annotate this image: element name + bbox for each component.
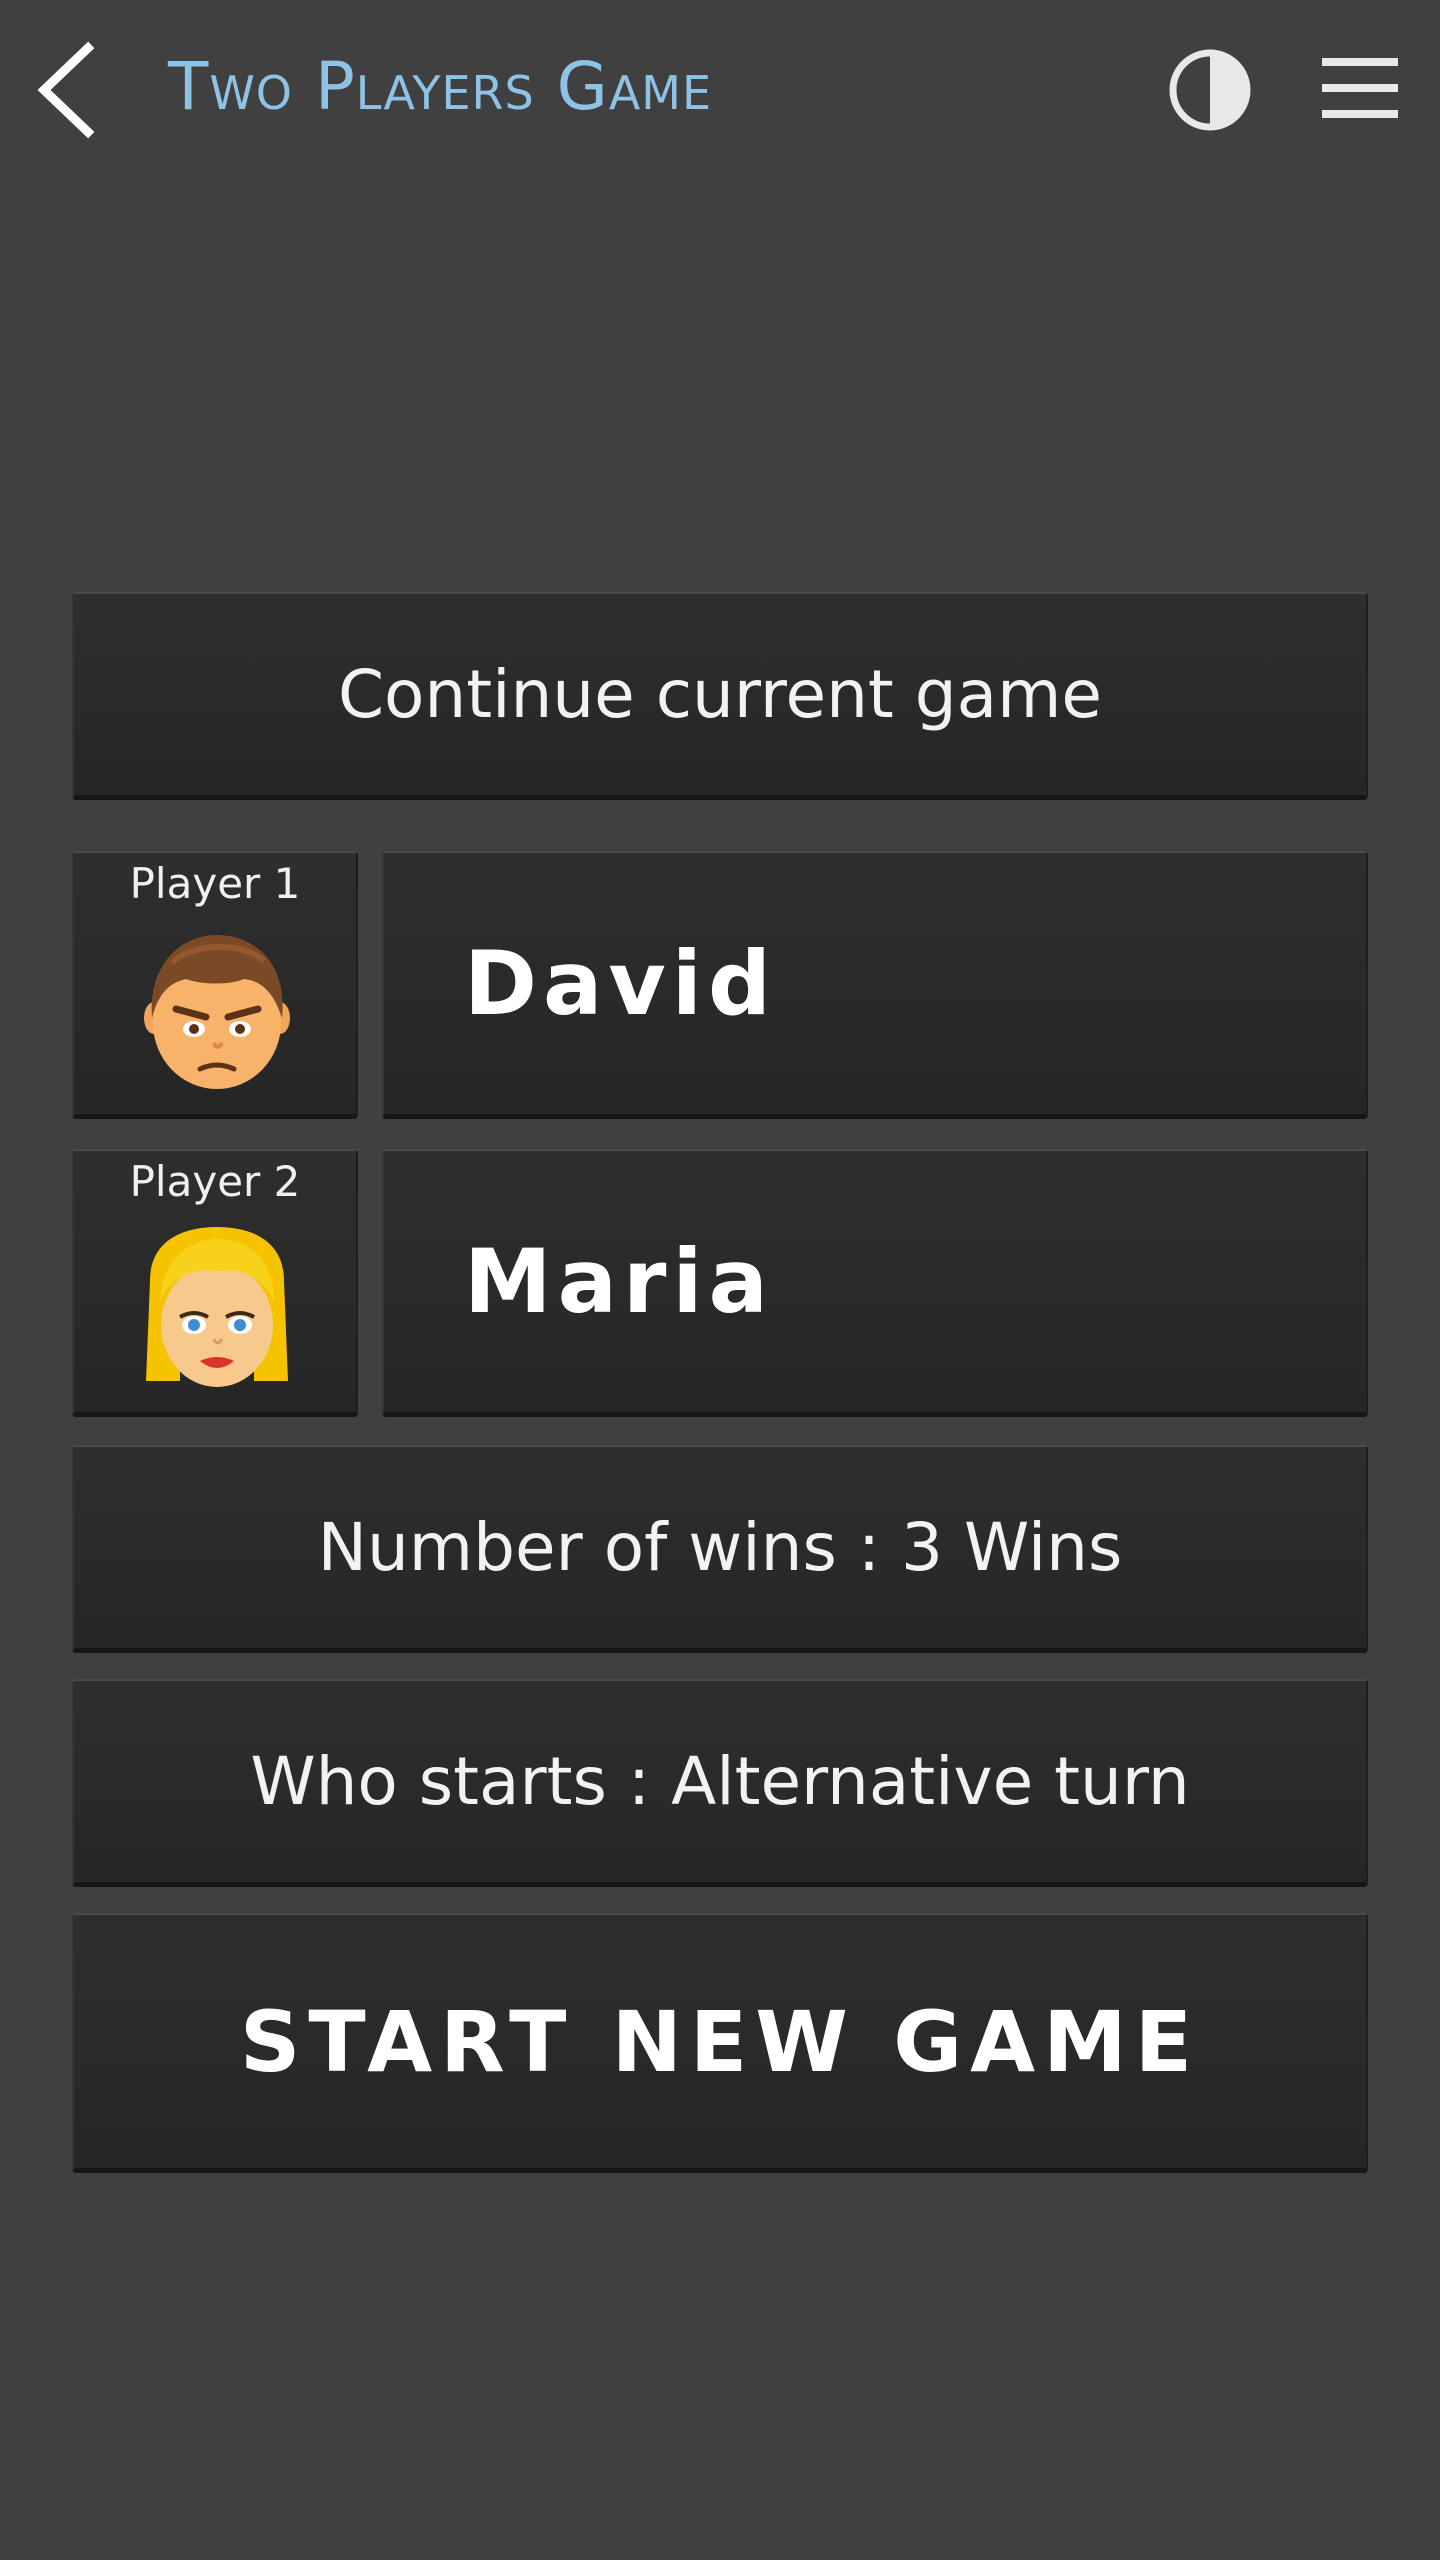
player-2-avatar-button[interactable]: Player 2 bbox=[72, 1149, 358, 1417]
continue-game-button[interactable]: Continue current game bbox=[72, 592, 1368, 800]
player-1-avatar-button[interactable]: Player 1 bbox=[72, 851, 358, 1119]
boy-face-icon bbox=[144, 935, 290, 1089]
player-2-name: Maria bbox=[464, 1230, 774, 1333]
who-starts-button[interactable]: Who starts : Alternative turn bbox=[72, 1679, 1368, 1887]
who-starts-label: Who starts : Alternative turn bbox=[250, 1743, 1190, 1820]
hamburger-menu-icon bbox=[1322, 58, 1398, 118]
number-of-wins-button[interactable]: Number of wins : 3 Wins bbox=[72, 1445, 1368, 1653]
contrast-icon bbox=[1169, 49, 1251, 131]
player-2-name-field[interactable]: Maria bbox=[382, 1149, 1368, 1417]
girl-face-icon bbox=[146, 1227, 288, 1387]
continue-game-label: Continue current game bbox=[337, 656, 1103, 733]
start-new-game-label: START NEW GAME bbox=[239, 1992, 1201, 2091]
player-2-label: Player 2 bbox=[129, 1157, 301, 1206]
player-1-label: Player 1 bbox=[129, 859, 301, 908]
chevron-left-icon bbox=[37, 41, 95, 139]
start-new-game-button[interactable]: START NEW GAME bbox=[72, 1913, 1368, 2173]
menu-button[interactable] bbox=[1318, 52, 1402, 128]
player-1-name-field[interactable]: David bbox=[382, 851, 1368, 1119]
number-of-wins-label: Number of wins : 3 Wins bbox=[317, 1509, 1123, 1586]
player-1-name: David bbox=[464, 932, 777, 1035]
contrast-button[interactable] bbox=[1168, 48, 1252, 132]
app-title: Two Players Game bbox=[168, 48, 713, 125]
back-button[interactable] bbox=[30, 40, 110, 140]
app-bar: Two Players Game bbox=[0, 0, 1440, 180]
